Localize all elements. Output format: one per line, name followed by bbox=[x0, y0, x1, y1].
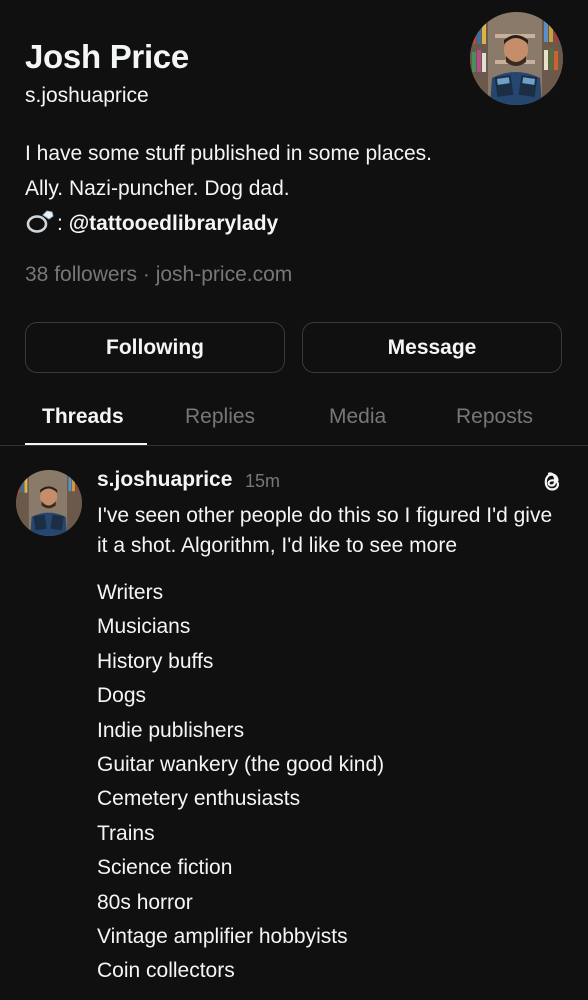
list-item: Cemetery enthusiasts bbox=[97, 787, 301, 811]
message-button[interactable]: Message bbox=[302, 322, 562, 373]
active-tab-indicator bbox=[25, 443, 147, 445]
list-item: Indie publishers bbox=[97, 718, 245, 742]
following-button[interactable]: Following bbox=[25, 322, 285, 373]
profile-display-name: Josh Price bbox=[25, 38, 189, 75]
avatar-photo bbox=[16, 470, 82, 536]
avatar-photo bbox=[470, 12, 563, 105]
bio-line: Ally. Nazi-puncher. Dog dad. bbox=[25, 177, 290, 200]
bio-separator: : bbox=[57, 212, 63, 235]
list-item: Dogs bbox=[97, 684, 147, 708]
post-interest-list: Writers Musicians History buffs Dogs Ind… bbox=[97, 576, 384, 989]
tab-reposts[interactable]: Reposts bbox=[456, 405, 533, 429]
list-item: History buffs bbox=[97, 649, 214, 673]
list-item: Science fiction bbox=[97, 856, 233, 880]
post-author-avatar[interactable] bbox=[16, 470, 82, 536]
profile-avatar[interactable] bbox=[470, 12, 563, 105]
bio-mention-link[interactable]: @tattooedlibrarylady bbox=[69, 212, 279, 235]
profile-username[interactable]: s.joshuaprice bbox=[25, 84, 149, 108]
post-timestamp: 15m bbox=[245, 471, 281, 491]
tab-threads[interactable]: Threads bbox=[42, 405, 124, 429]
list-item: Guitar wankery (the good kind) bbox=[97, 753, 385, 777]
post-author-username[interactable]: s.joshuaprice bbox=[97, 468, 232, 492]
profile-stats[interactable]: 38 followers · josh-price.com bbox=[25, 263, 292, 287]
list-item: Musicians bbox=[97, 615, 191, 639]
list-item: Vintage amplifier hobbyists bbox=[97, 925, 348, 949]
list-item: Coin collectors bbox=[97, 959, 235, 983]
bio-line-mention: : @tattooedlibrarylady bbox=[25, 206, 432, 245]
list-item: Writers bbox=[97, 581, 164, 604]
tab-media[interactable]: Media bbox=[329, 405, 386, 429]
profile-tabs: Threads Replies Media Reposts bbox=[0, 395, 588, 446]
profile-bio: I have some stuff published in some plac… bbox=[25, 136, 432, 245]
bio-line: I have some stuff published in some plac… bbox=[25, 142, 433, 165]
tab-replies[interactable]: Replies bbox=[185, 405, 255, 429]
ring-icon bbox=[25, 208, 55, 245]
list-item: 80s horror bbox=[97, 890, 193, 914]
threads-icon[interactable] bbox=[539, 469, 565, 495]
list-item: Trains bbox=[97, 821, 155, 845]
post-body: I've seen other people do this so I figu… bbox=[97, 504, 553, 557]
